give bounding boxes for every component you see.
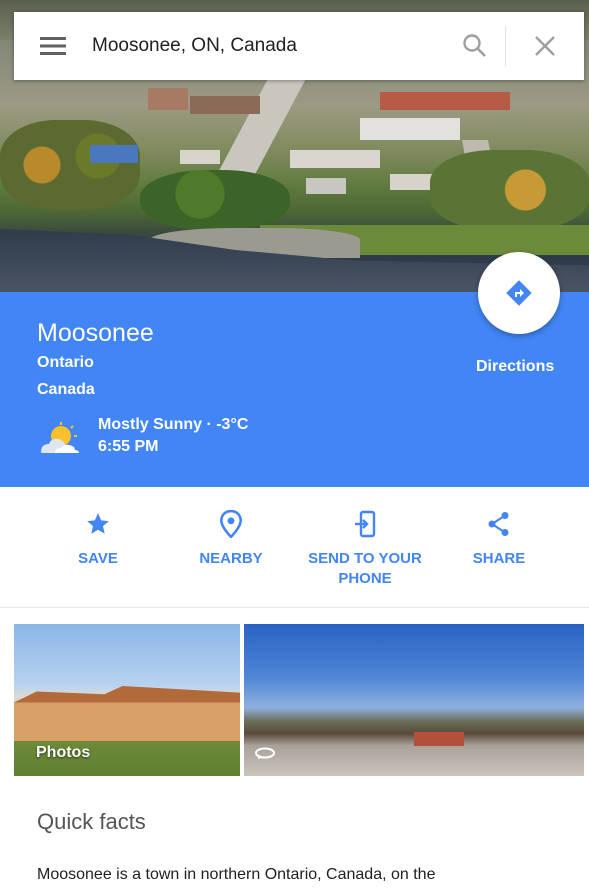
place-title: Moosonee [37,319,154,347]
photo-building [14,686,240,741]
street-view-thumbnail[interactable] [244,624,584,776]
nearby-button[interactable]: NEARBY [181,487,281,607]
directions-button[interactable] [478,252,560,334]
section-divider [0,607,589,608]
photo-building [148,88,188,110]
send-to-phone-icon [350,509,380,539]
place-region: Ontario [37,354,94,371]
place-country: Canada [37,381,95,398]
photo-trees [140,170,290,230]
photo-building [190,96,260,114]
photo-trees [0,120,140,210]
save-label: SAVE [78,550,118,567]
photo-building [414,732,464,746]
action-bar: SAVE NEARBY SEND TO YOUR PHONE SHARE [0,487,589,607]
panorama-360-icon [255,747,275,759]
save-button[interactable]: SAVE [48,487,148,607]
share-label: SHARE [472,550,526,567]
photo-building [360,118,460,140]
quick-facts-heading: Quick facts [37,809,146,834]
nearby-label: NEARBY [199,550,263,567]
search-input[interactable]: Moosonee, ON, Canada [92,35,445,57]
location-pin-icon [216,509,246,539]
photo-trees [430,150,589,230]
menu-icon[interactable] [14,12,92,80]
weather-partly-sunny-icon [37,422,83,456]
photos-label: Photos [36,744,91,761]
photo-building [290,150,380,168]
photo-building [380,92,510,110]
send-to-phone-button[interactable]: SEND TO YOUR PHONE [295,487,435,607]
send-to-phone-label: SEND TO YOUR PHONE [308,549,422,589]
weather-summary: Mostly Sunny · -3°C [98,416,249,433]
directions-icon [506,280,532,306]
search-icon[interactable] [445,12,505,80]
photos-thumbnail[interactable]: Photos [14,624,240,776]
star-icon [83,509,113,539]
photo-building [90,145,138,163]
directions-label[interactable]: Directions [476,358,554,376]
photo-building [306,178,346,194]
share-icon [484,509,514,539]
close-icon[interactable] [506,12,584,80]
search-bar[interactable]: Moosonee, ON, Canada [14,12,584,80]
local-time: 6:55 PM [98,438,159,455]
send-to-phone-label-line2: PHONE [338,570,392,587]
share-button[interactable]: SHARE [449,487,549,607]
send-to-phone-label-line1: SEND TO YOUR [308,550,422,567]
quick-facts-description: Moosonee is a town in northern Ontario, … [37,866,436,883]
photo-building [180,150,220,164]
